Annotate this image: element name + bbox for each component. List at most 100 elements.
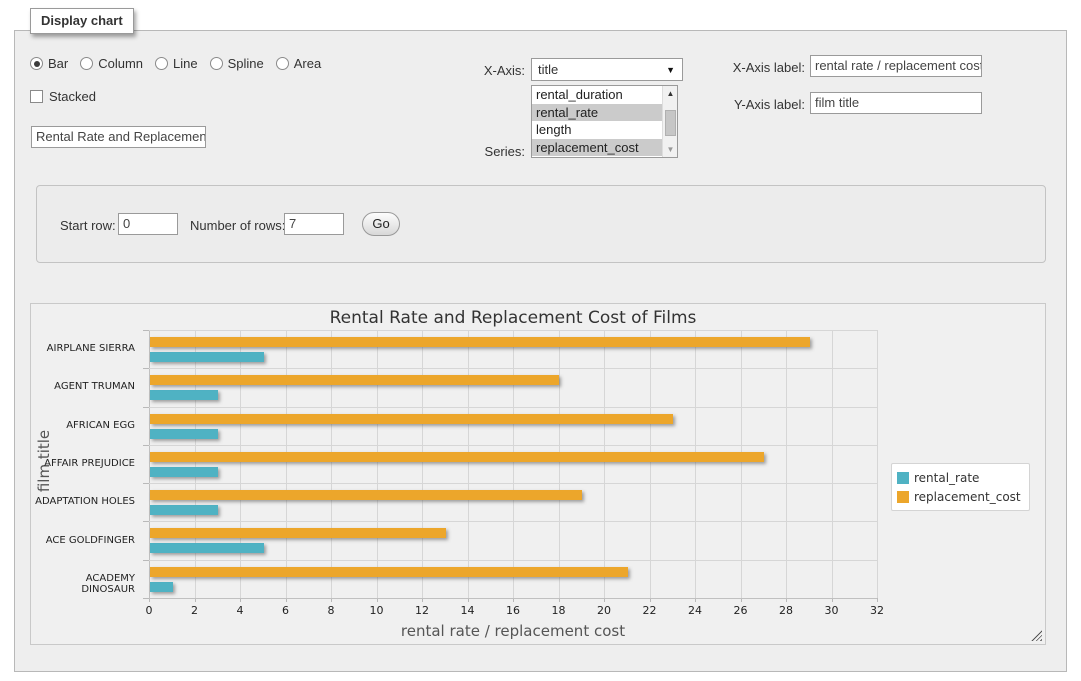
x-axis-line bbox=[149, 598, 877, 599]
bar-rental_rate[interactable] bbox=[150, 390, 218, 400]
scroll-up-icon[interactable]: ▲ bbox=[663, 86, 678, 101]
horizontal-gridline bbox=[149, 445, 877, 446]
x-tick-label: 22 bbox=[630, 604, 670, 617]
radio-icon[interactable] bbox=[30, 57, 43, 70]
x-tick-label: 8 bbox=[311, 604, 351, 617]
horizontal-gridline bbox=[149, 521, 877, 522]
vertical-gridline bbox=[695, 330, 696, 598]
y-axis-label-label: Y-Axis label: bbox=[715, 97, 805, 112]
chart-type-radio-group: Bar Column Line Spline Area bbox=[30, 56, 333, 71]
chart-x-axis-title: rental rate / replacement cost bbox=[149, 622, 877, 640]
x-tick-label: 16 bbox=[493, 604, 533, 617]
y-tick-mark bbox=[143, 330, 149, 331]
series-options: rental_durationrental_ratelengthreplacem… bbox=[532, 86, 662, 156]
category-label: ACE GOLDFINGER bbox=[31, 535, 143, 546]
x-tick-label: 12 bbox=[402, 604, 442, 617]
radio-icon[interactable] bbox=[155, 57, 168, 70]
bar-rental_rate[interactable] bbox=[150, 467, 218, 477]
y-tick-mark bbox=[143, 407, 149, 408]
vertical-gridline bbox=[650, 330, 651, 598]
category-label: AFRICAN EGG bbox=[31, 420, 143, 431]
y-tick-mark bbox=[143, 445, 149, 446]
chart-title: Rental Rate and Replacement Cost of Film… bbox=[149, 308, 877, 328]
bar-replacement_cost[interactable] bbox=[150, 452, 764, 462]
scrollbar-thumb[interactable] bbox=[665, 110, 676, 136]
vertical-gridline bbox=[832, 330, 833, 598]
y-tick-mark bbox=[143, 483, 149, 484]
num-rows-input[interactable]: 7 bbox=[284, 213, 344, 235]
bar-rental_rate[interactable] bbox=[150, 543, 264, 553]
category-label: AGENT TRUMAN bbox=[31, 381, 143, 392]
x-tick-label: 4 bbox=[220, 604, 260, 617]
bar-rental_rate[interactable] bbox=[150, 582, 173, 592]
vertical-gridline bbox=[604, 330, 605, 598]
series-listbox[interactable]: rental_durationrental_ratelengthreplacem… bbox=[531, 85, 678, 158]
bar-replacement_cost[interactable] bbox=[150, 528, 446, 538]
radio-icon[interactable] bbox=[276, 57, 289, 70]
radio-label: Area bbox=[294, 56, 321, 71]
vertical-gridline bbox=[468, 330, 469, 598]
x-axis-select[interactable]: title ▼ bbox=[531, 58, 683, 81]
chart-type-option-spline[interactable]: Spline bbox=[210, 56, 264, 71]
bar-rental_rate[interactable] bbox=[150, 505, 218, 515]
radio-icon[interactable] bbox=[80, 57, 93, 70]
series-label: Series: bbox=[435, 144, 525, 159]
resize-grip-icon[interactable] bbox=[1031, 630, 1042, 641]
bar-replacement_cost[interactable] bbox=[150, 490, 582, 500]
legend-label: replacement_cost bbox=[914, 490, 1021, 504]
x-tick-label: 18 bbox=[539, 604, 579, 617]
page: Display chart BarColumnLineSplineArea St… bbox=[0, 0, 1081, 681]
category-label: AFFAIR PREJUDICE bbox=[31, 458, 143, 469]
x-axis-label-label: X-Axis label: bbox=[715, 60, 805, 75]
vertical-gridline bbox=[513, 330, 514, 598]
bar-rental_rate[interactable] bbox=[150, 352, 264, 362]
radio-label: Spline bbox=[228, 56, 264, 71]
bar-replacement_cost[interactable] bbox=[150, 414, 673, 424]
category-label: ADAPTATION HOLES bbox=[31, 496, 143, 507]
series-option-rental_rate[interactable]: rental_rate bbox=[532, 104, 662, 122]
series-option-rental_duration[interactable]: rental_duration bbox=[532, 86, 662, 104]
x-tick-label: 2 bbox=[175, 604, 215, 617]
radio-label: Bar bbox=[48, 56, 68, 71]
x-tick-label: 32 bbox=[857, 604, 897, 617]
bar-replacement_cost[interactable] bbox=[150, 337, 810, 347]
x-tick-label: 6 bbox=[266, 604, 306, 617]
vertical-gridline bbox=[422, 330, 423, 598]
scroll-down-icon[interactable]: ▼ bbox=[663, 142, 678, 157]
x-axis-label-input[interactable]: rental rate / replacement cost bbox=[810, 55, 982, 77]
vertical-gridline bbox=[286, 330, 287, 598]
x-tick-label: 28 bbox=[766, 604, 806, 617]
x-tick-label: 20 bbox=[584, 604, 624, 617]
chart-type-option-column[interactable]: Column bbox=[80, 56, 143, 71]
chart-type-option-area[interactable]: Area bbox=[276, 56, 321, 71]
start-row-input[interactable]: 0 bbox=[118, 213, 178, 235]
go-button[interactable]: Go bbox=[362, 212, 400, 236]
stacked-checkbox[interactable] bbox=[30, 90, 43, 103]
y-tick-mark bbox=[143, 368, 149, 369]
bar-replacement_cost[interactable] bbox=[150, 375, 559, 385]
y-axis-label-input[interactable]: film title bbox=[810, 92, 982, 114]
horizontal-gridline bbox=[149, 560, 877, 561]
bar-replacement_cost[interactable] bbox=[150, 567, 628, 577]
chevron-down-icon: ▼ bbox=[666, 65, 682, 75]
radio-label: Line bbox=[173, 56, 198, 71]
chart-type-option-line[interactable]: Line bbox=[155, 56, 198, 71]
bar-rental_rate[interactable] bbox=[150, 429, 218, 439]
x-tick-label: 0 bbox=[129, 604, 169, 617]
chart-title-input[interactable]: Rental Rate and Replacement Cost of Film… bbox=[31, 126, 206, 148]
series-option-replacement_cost[interactable]: replacement_cost bbox=[532, 139, 662, 157]
series-scrollbar[interactable]: ▲ ▼ bbox=[662, 86, 677, 157]
radio-icon[interactable] bbox=[210, 57, 223, 70]
horizontal-gridline bbox=[149, 407, 877, 408]
legend-swatch-icon bbox=[897, 491, 909, 503]
vertical-gridline bbox=[741, 330, 742, 598]
y-axis-line bbox=[149, 330, 150, 598]
chart-type-option-bar[interactable]: Bar bbox=[30, 56, 68, 71]
stacked-row: Stacked bbox=[30, 89, 96, 104]
series-option-length[interactable]: length bbox=[532, 121, 662, 139]
legend-item-replacement_cost[interactable]: replacement_cost bbox=[897, 487, 1021, 506]
horizontal-gridline bbox=[149, 368, 877, 369]
x-tick-label: 26 bbox=[721, 604, 761, 617]
legend-item-rental_rate[interactable]: rental_rate bbox=[897, 468, 1021, 487]
radio-label: Column bbox=[98, 56, 143, 71]
